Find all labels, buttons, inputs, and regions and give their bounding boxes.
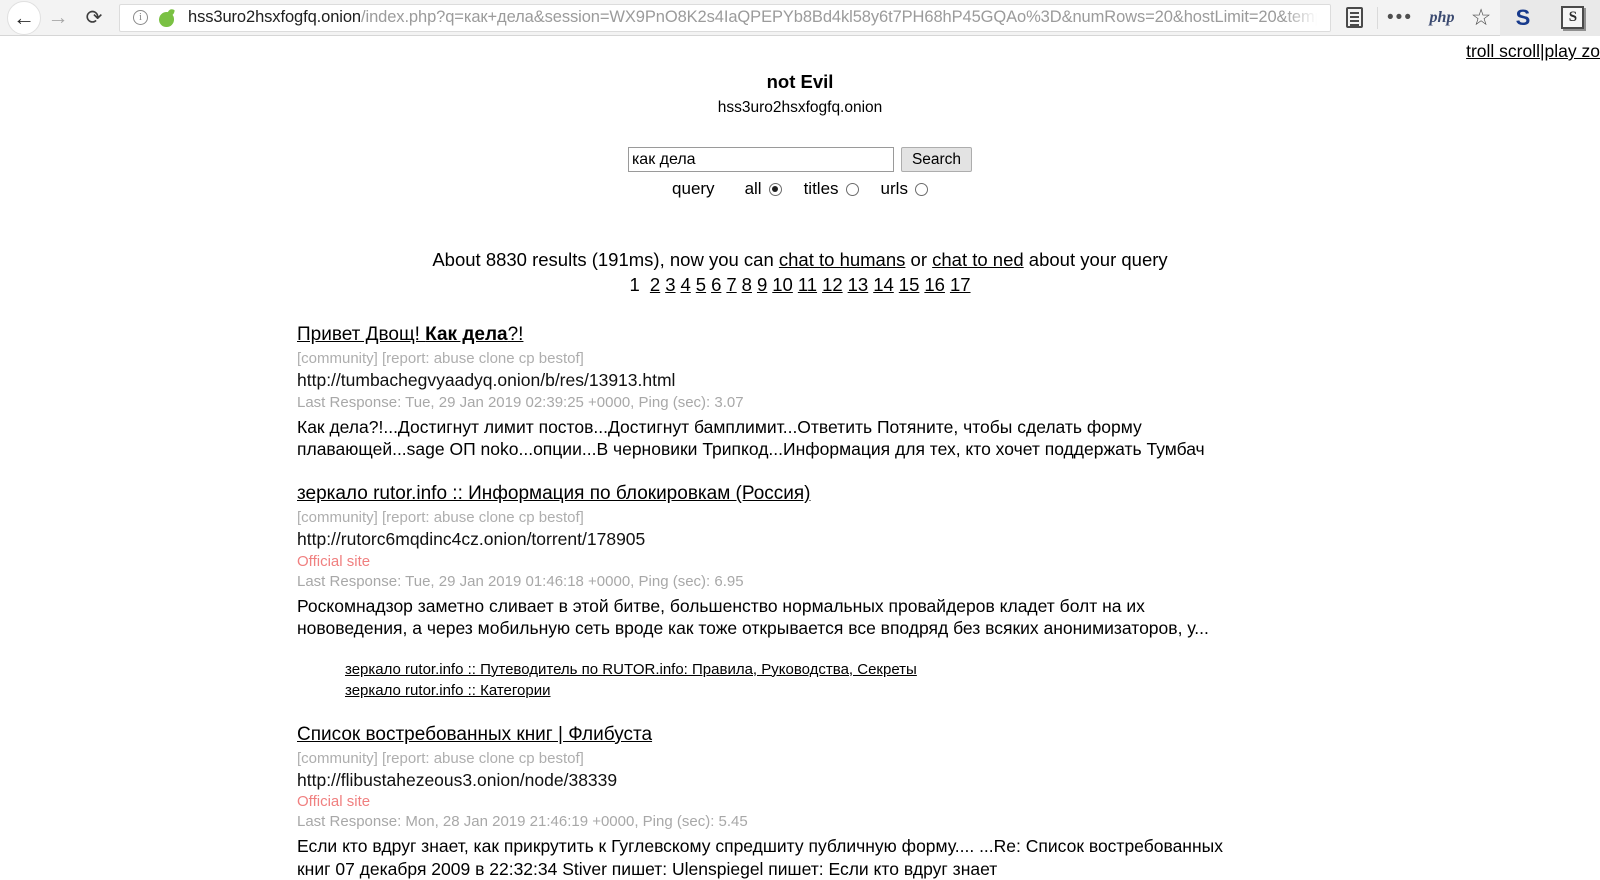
pagination-page-4[interactable]: 4 <box>680 274 690 295</box>
pagination-page-5[interactable]: 5 <box>696 274 706 295</box>
result-meta: Last Response: Tue, 29 Jan 2019 01:46:18… <box>297 573 744 591</box>
results-summary: About 8830 results (191ms), now you can … <box>0 249 1600 271</box>
result-official-badge: Official site <box>297 553 371 571</box>
result-item: Привет Двощ! Как дела?! [community] [repo… <box>297 323 1600 460</box>
result-tags[interactable]: [community] [report: abuse clone cp best… <box>297 750 1600 768</box>
forward-arrow-icon: → <box>47 6 69 29</box>
scope-all-radio[interactable] <box>768 182 782 196</box>
result-title-highlight: Как дела <box>425 324 508 345</box>
summary-prefix: About 8830 results (191ms), now you can <box>432 249 779 270</box>
result-title-link[interactable]: Список востребованных книг | Флибуста <box>297 723 652 747</box>
play-zo-link[interactable]: play zo <box>1545 41 1600 61</box>
php-extension-icon[interactable]: php <box>1422 0 1462 36</box>
bookmark-star-icon[interactable]: ☆ <box>1462 0 1500 36</box>
onion-icon <box>159 7 176 27</box>
result-item: Список востребованных книг | Флибуста [co… <box>297 723 1600 880</box>
reload-icon: ⟳ <box>85 6 103 29</box>
pagination-page-16[interactable]: 16 <box>924 274 945 295</box>
result-title-link[interactable]: зеркало rutor.info :: Информация по блок… <box>297 482 811 506</box>
pagination-page-13[interactable]: 13 <box>848 274 869 295</box>
troll-scroll-link[interactable]: troll scroll <box>1466 41 1540 61</box>
pagination-page-6[interactable]: 6 <box>711 274 721 295</box>
search-form: Search <box>0 147 1600 172</box>
pagination-current-page: 1 <box>629 274 640 295</box>
pagination-page-7[interactable]: 7 <box>726 274 736 295</box>
result-snippet: Роскомнадзор заметно сливает в этой битв… <box>297 596 1209 639</box>
result-url: http://rutorc6mqdinc4cz.onion/torrent/17… <box>297 529 646 550</box>
result-sublinks: зеркало rutor.info :: Путеводитель по RU… <box>297 660 1600 701</box>
search-input[interactable] <box>627 147 894 172</box>
search-button[interactable]: Search <box>900 147 973 172</box>
pagination-page-8[interactable]: 8 <box>742 274 752 295</box>
summary-suffix: about your query <box>1023 249 1168 270</box>
result-title-text: Список востребованных книг | Флибуста <box>297 723 653 745</box>
s-extension-icon[interactable]: S <box>1516 5 1531 31</box>
page-content: troll scroll|play zo not Evil hss3uro2hs… <box>0 36 1600 879</box>
result-meta: Last Response: Tue, 29 Jan 2019 02:39:25… <box>297 393 744 411</box>
pagination-page-15[interactable]: 15 <box>899 274 920 295</box>
pagination-page-11[interactable]: 11 <box>798 274 817 295</box>
url-host: hss3uro2hsxfogfq.onion <box>188 8 362 26</box>
pagination-page-14[interactable]: 14 <box>873 274 894 295</box>
reader-view-icon[interactable] <box>1331 0 1377 36</box>
result-snippet: Как дела?!...Достигнут лимит постов...До… <box>297 416 1205 460</box>
scope-titles-label: titles <box>803 179 839 198</box>
extensions-tray: S S <box>1500 0 1600 36</box>
overflow-menu-icon[interactable]: ••• <box>1378 0 1422 36</box>
result-title-link[interactable]: Привет Двощ! Как дела?! <box>297 323 523 347</box>
result-title-text: зеркало rutor.info :: Информация по блок… <box>297 483 811 505</box>
pagination-page-9[interactable]: 9 <box>757 274 767 295</box>
site-info-icon[interactable]: i <box>133 10 148 25</box>
scope-label: query <box>672 179 715 198</box>
reload-button[interactable]: ⟳ <box>77 1 111 35</box>
pagination-page-2[interactable]: 2 <box>650 274 660 295</box>
chat-to-humans-link[interactable]: chat to humans <box>779 249 906 270</box>
page-subtitle: hss3uro2hsxfogfq.onion <box>717 99 883 116</box>
summary-middle: or <box>905 249 933 270</box>
address-bar[interactable]: i hss3uro2hsxfogfq.onion/index.php?q=как… <box>119 3 1331 32</box>
result-sublink[interactable]: зеркало rutor.info :: Путеводитель по RU… <box>345 660 1600 680</box>
address-bar-url: hss3uro2hsxfogfq.onion/index.php?q=как+д… <box>188 8 1327 27</box>
scope-titles-radio[interactable] <box>845 182 859 196</box>
result-title-text-tail: ?! <box>507 324 524 345</box>
corner-links: troll scroll|play zo <box>1466 41 1600 62</box>
result-sublink[interactable]: зеркало rutor.info :: Категории <box>345 681 1600 701</box>
result-url: http://tumbachegvyaadyq.onion/b/res/1391… <box>297 369 676 390</box>
pagination-page-17[interactable]: 17 <box>950 274 971 295</box>
browser-toolbar: ← → ⟳ i hss3uro2hsxfogfq.onion/index.php… <box>0 0 1600 36</box>
result-url: http://flibustahezeous3.onion/node/38339 <box>297 769 618 790</box>
pagination-page-12[interactable]: 12 <box>822 274 843 295</box>
result-item: зеркало rutor.info :: Информация по блок… <box>297 482 1600 700</box>
pagination-page-3[interactable]: 3 <box>665 274 675 295</box>
page-title: not Evil <box>766 71 834 92</box>
result-snippet: Если кто вдруг знает, как прикрутить к Г… <box>297 836 1223 879</box>
result-tags[interactable]: [community] [report: abuse clone cp best… <box>297 509 1600 527</box>
pagination-page-10[interactable]: 10 <box>772 274 793 295</box>
scope-all-label: all <box>744 179 762 198</box>
search-scope-options: query all titles urls <box>0 179 1600 199</box>
chat-to-ned-link[interactable]: chat to ned <box>932 249 1024 270</box>
s-box-extension-icon[interactable]: S <box>1561 6 1585 29</box>
result-tags[interactable]: [community] [report: abuse clone cp best… <box>297 350 1600 368</box>
result-meta: Last Response: Mon, 28 Jan 2019 21:46:19… <box>297 813 748 831</box>
url-path: /index.php?q=как+дела&session=WX9PnO8K2s… <box>361 8 1328 26</box>
forward-button[interactable]: → <box>41 1 75 35</box>
result-title-text: Привет Двощ! <box>297 324 426 345</box>
results-list: Привет Двощ! Как дела?! [community] [repo… <box>0 323 1600 880</box>
result-official-badge: Official site <box>297 793 371 811</box>
back-button[interactable]: ← <box>7 0 41 35</box>
pagination: 1 2 3 4 5 6 7 8 9 10 11 12 13 14 15 16 17 <box>0 274 1600 296</box>
back-arrow-icon: ← <box>13 4 35 30</box>
scope-urls-label: urls <box>880 179 908 198</box>
scope-urls-radio[interactable] <box>914 182 928 196</box>
